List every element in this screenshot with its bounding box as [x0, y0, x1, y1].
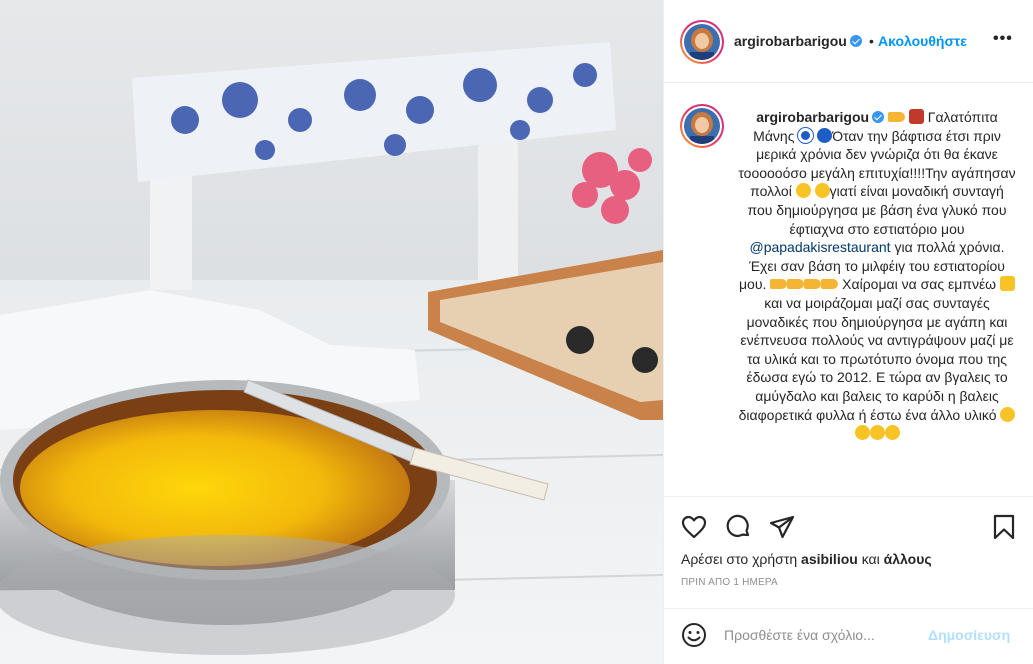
- post-side-panel: argirobarbarigou • Ακολουθήστε ••• argir…: [663, 0, 1033, 664]
- caption-avatar[interactable]: [680, 104, 724, 148]
- hearts-emoji-icon: [908, 109, 924, 124]
- pointing-hand-emoji-icon: [821, 279, 839, 290]
- emoji-icon: [869, 425, 885, 441]
- emoji-icon: [884, 425, 900, 441]
- follow-button[interactable]: Ακολουθήστε: [878, 33, 967, 49]
- wink-emoji-icon: [795, 183, 811, 199]
- separator-dot: •: [869, 33, 874, 49]
- mention-link[interactable]: @papadakisrestaurant: [749, 239, 890, 255]
- verified-badge-icon: [872, 111, 885, 123]
- pointing-hand-emoji-icon: [787, 279, 805, 290]
- likes-prefix: Αρέσει στο χρήστη: [681, 551, 802, 567]
- pointing-hand-emoji-icon: [804, 279, 822, 290]
- post-comment-button[interactable]: Δημοσίευση: [928, 627, 1010, 643]
- emoji-icon: [854, 425, 870, 441]
- share-icon[interactable]: [768, 513, 796, 541]
- evil-eye-emoji-icon: [798, 127, 814, 143]
- author-avatar[interactable]: [680, 20, 724, 64]
- likes-summary: Αρέσει στο χρήστη asibiliou και άλλους: [681, 551, 932, 567]
- pointing-hand-emoji-icon: [770, 279, 788, 290]
- bookmark-icon[interactable]: [990, 513, 1018, 541]
- blue-heart-emoji-icon: [817, 127, 833, 143]
- photo-galatopita-illustration: [0, 0, 663, 664]
- add-comment-bar: Δημοσίευση: [664, 608, 1033, 664]
- verified-badge-icon: [849, 35, 862, 47]
- caption-author[interactable]: argirobarbarigou: [756, 109, 869, 125]
- burger-emoji-icon: [1000, 276, 1016, 292]
- avatar-image: [684, 24, 720, 60]
- post-actions: Αρέσει στο χρήστη asibiliou και άλλους Π…: [664, 496, 1033, 616]
- pointing-hand-emoji-icon: [887, 112, 905, 122]
- heart-icon[interactable]: [680, 513, 708, 541]
- post-photo[interactable]: [0, 0, 663, 664]
- avatar-image: [684, 108, 720, 144]
- heart-eyes-emoji-icon: [814, 183, 830, 199]
- more-icon[interactable]: •••: [993, 30, 1013, 48]
- comment-icon[interactable]: [724, 513, 752, 541]
- caption-text-6: και να μοιράζομαι μαζί σας συνταγές μονα…: [738, 294, 1014, 423]
- smiley-icon[interactable]: [680, 621, 708, 649]
- post-header: argirobarbarigou • Ακολουθήστε •••: [664, 0, 1033, 83]
- username-text[interactable]: argirobarbarigou: [734, 33, 847, 49]
- caption-text-5: Χαίρομαι να σας εμπνέω: [842, 276, 1001, 293]
- liker-username[interactable]: asibiliou: [801, 551, 858, 567]
- post-timestamp[interactable]: ΠΡΙΝ ΑΠΟ 1 ΗΜΕΡΑ: [681, 577, 778, 588]
- comments-section: argirobarbarigou Γαλατόπιτα Μάνης Όταν τ…: [664, 84, 1033, 496]
- likes-others-link[interactable]: άλλους: [884, 551, 932, 567]
- emoji-icon: [1000, 406, 1016, 422]
- post-username[interactable]: argirobarbarigou: [734, 33, 862, 49]
- comment-input[interactable]: [724, 623, 924, 647]
- post-caption: argirobarbarigou Γαλατόπιτα Μάνης Όταν τ…: [736, 108, 1018, 443]
- likes-mid: και: [857, 551, 884, 567]
